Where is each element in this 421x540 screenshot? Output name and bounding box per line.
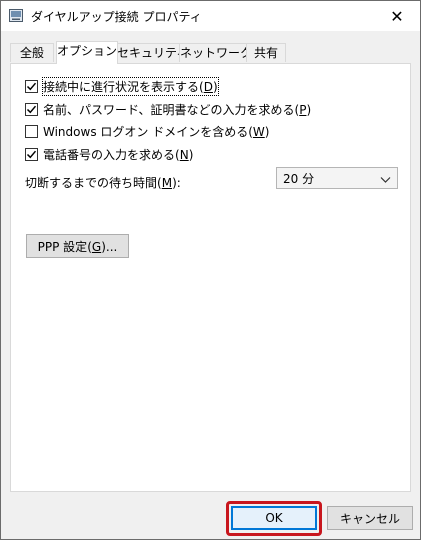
idle-time-dropdown[interactable]: 20 分 — [276, 167, 398, 189]
ok-highlight-annotation — [226, 501, 322, 536]
close-button[interactable]: ✕ — [374, 1, 420, 31]
show-progress-checkbox[interactable]: 接続中に進行状況を表示する(D) — [25, 76, 219, 96]
tab-strip: 全般 オプション セキュリティ ネットワーク 共有 — [10, 41, 410, 64]
checkbox-label: Windows ログオン ドメインを含める(W) — [43, 124, 270, 139]
checkmark-icon — [26, 82, 37, 90]
properties-dialog: ダイヤルアップ接続 プロパティ ✕ 全般 オプション セキュリティ ネットワーク… — [0, 0, 421, 540]
checkbox-box[interactable] — [25, 124, 38, 138]
chevron-down-icon — [380, 173, 391, 187]
close-icon: ✕ — [390, 6, 404, 26]
prompt-credentials-checkbox[interactable]: 名前、パスワード、証明書などの入力を求める(P) — [25, 101, 311, 117]
checkbox-label: 電話番号の入力を求める(N) — [43, 147, 194, 162]
tab-general[interactable]: 全般 — [10, 43, 54, 62]
prompt-phone-number-checkbox[interactable]: 電話番号の入力を求める(N) — [25, 146, 193, 162]
checkmark-icon — [26, 150, 37, 158]
checkbox-box[interactable] — [25, 79, 38, 93]
checkbox-box[interactable] — [25, 147, 38, 161]
ppp-settings-label: PPP 設定(G)... — [37, 239, 118, 254]
tab-sharing[interactable]: 共有 — [246, 43, 286, 62]
checkmark-icon — [26, 105, 37, 113]
cancel-button[interactable]: キャンセル — [327, 506, 413, 530]
tab-options[interactable]: オプション — [56, 41, 118, 64]
checkbox-box[interactable] — [25, 102, 38, 116]
checkbox-label: 名前、パスワード、証明書などの入力を求める(P) — [43, 102, 312, 117]
checkbox-label: 接続中に進行状況を表示する(D) — [42, 76, 219, 96]
idle-time-label: 切断するまでの待ち時間(M): — [25, 176, 181, 190]
options-panel: 接続中に進行状況を表示する(D) 名前、パスワード、証明書などの入力を求める(P… — [10, 63, 411, 492]
idle-time-value: 20 分 — [283, 171, 315, 186]
window-title: ダイヤルアップ接続 プロパティ — [31, 10, 202, 24]
tab-networking[interactable]: ネットワーク — [179, 43, 252, 62]
tab-security[interactable]: セキュリティ — [116, 43, 188, 62]
cancel-label: キャンセル — [339, 511, 400, 526]
title-bar: ダイヤルアップ接続 プロパティ ✕ — [1, 1, 420, 31]
network-connection-icon — [9, 9, 23, 22]
include-logon-domain-checkbox[interactable]: Windows ログオン ドメインを含める(W) — [25, 123, 269, 139]
ppp-settings-button[interactable]: PPP 設定(G)... — [26, 234, 129, 258]
